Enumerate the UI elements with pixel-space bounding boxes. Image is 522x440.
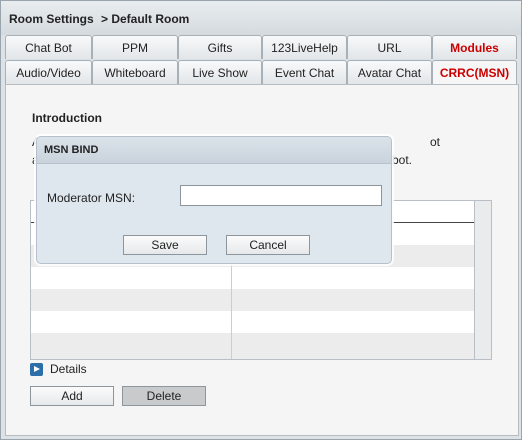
cancel-button[interactable]: Cancel <box>226 235 310 255</box>
save-button[interactable]: Save <box>123 235 207 255</box>
modal-overlay: MSN BIND Moderator MSN: Save Cancel <box>0 0 522 440</box>
moderator-msn-label: Moderator MSN: <box>47 191 136 205</box>
dialog-title: MSN BIND <box>44 144 99 156</box>
msn-bind-dialog: MSN BIND Moderator MSN: Save Cancel <box>36 136 392 264</box>
moderator-msn-field[interactable] <box>180 185 382 206</box>
dialog-title-bar: MSN BIND <box>37 137 391 164</box>
